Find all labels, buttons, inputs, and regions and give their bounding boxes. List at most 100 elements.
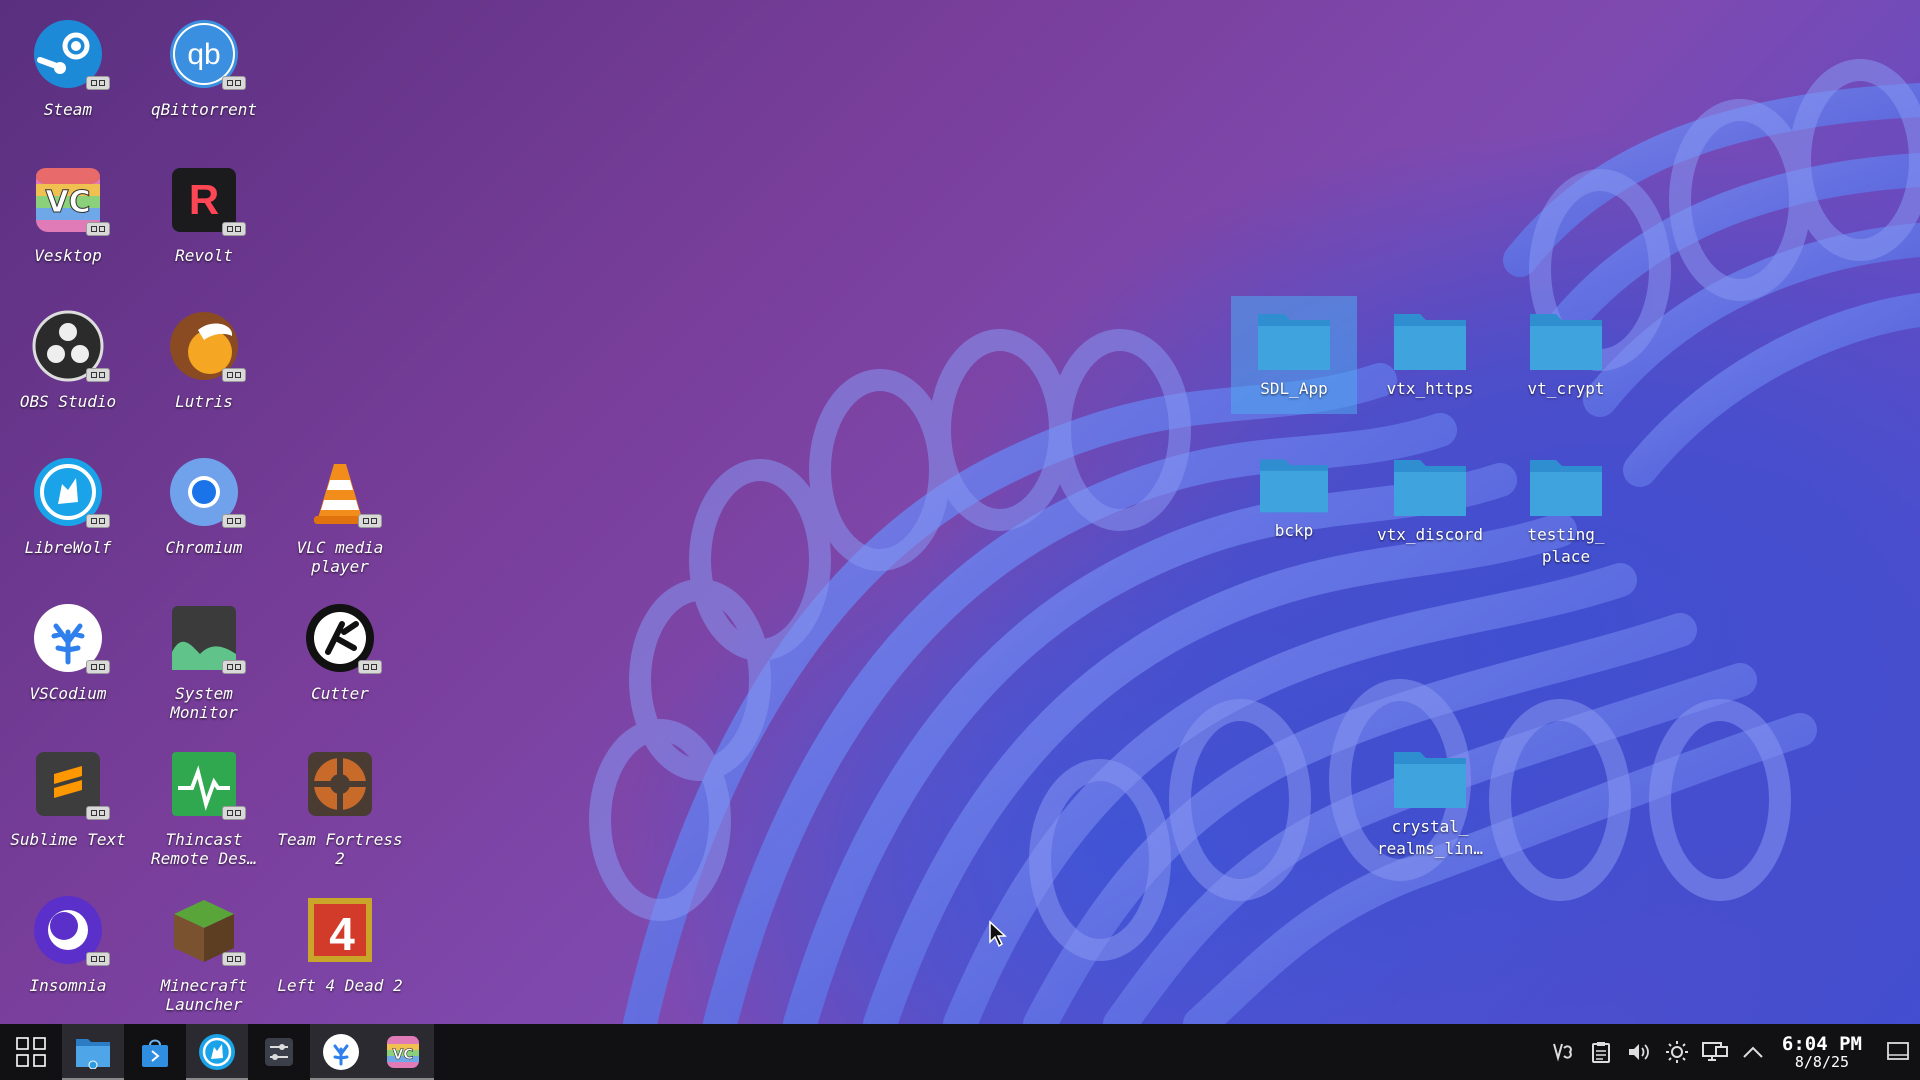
folder-crystal-realms[interactable]: crystal_ realms_lin… <box>1367 734 1493 860</box>
desktop-app-revolt[interactable]: R Revolt <box>139 160 269 265</box>
shortcut-badge-icon <box>222 514 246 528</box>
app-label: Insomnia <box>29 976 107 995</box>
app-label: Sublime Text <box>10 830 126 849</box>
folder-label: testing_ place <box>1527 525 1605 566</box>
shortcut-badge-icon <box>86 952 110 966</box>
lutris-icon <box>164 306 246 386</box>
folder-label: vtx_discord <box>1377 525 1483 544</box>
app-label: OBS Studio <box>19 392 117 411</box>
folder-icon <box>1394 752 1466 808</box>
thincast-icon <box>164 744 246 824</box>
app-label: Vesktop <box>34 246 102 265</box>
folder-sdl-app[interactable]: SDL_App <box>1231 296 1357 414</box>
folder-vtx-https[interactable]: vtx_https <box>1367 296 1493 400</box>
taskbar-software-store[interactable] <box>124 1024 186 1080</box>
taskbar-file-manager[interactable] <box>62 1024 124 1080</box>
app-label: Revolt <box>175 246 233 265</box>
vesktop-tray-icon[interactable] <box>1544 1024 1582 1080</box>
svg-text:VC: VC <box>45 185 90 220</box>
clock-time: 6:04 PM <box>1781 1032 1862 1055</box>
librewolf-icon <box>199 1034 235 1070</box>
app-label: LibreWolf <box>24 538 112 557</box>
taskbar-vscodium[interactable] <box>310 1024 372 1080</box>
sublime-text-icon <box>28 744 110 824</box>
svg-text:VC: VC <box>392 1047 413 1063</box>
qbittorrent-icon: qb <box>164 14 246 94</box>
shortcut-badge-icon <box>222 222 246 236</box>
shortcut-badge-icon <box>222 806 246 820</box>
folder-icon <box>1530 314 1602 370</box>
notifications-icon[interactable] <box>1876 1024 1920 1080</box>
desktop-app-team-fortress-2[interactable]: Team Fortress 2 <box>275 744 405 868</box>
folder-icon <box>1258 314 1330 370</box>
clock[interactable]: 6:04 PM 8/8/25 <box>1772 1034 1876 1071</box>
shortcut-badge-icon <box>222 76 246 90</box>
desktop-app-lutris[interactable]: Lutris <box>139 306 269 411</box>
folder-icon <box>1260 459 1328 513</box>
shortcut-badge-icon <box>86 806 110 820</box>
desktop-app-vscodium[interactable]: VSCodium <box>3 598 133 703</box>
folder-label: vtx_https <box>1386 379 1474 398</box>
clipboard-icon[interactable] <box>1582 1024 1620 1080</box>
shortcut-badge-icon <box>86 514 110 528</box>
desktop-app-insomnia[interactable]: Insomnia <box>3 890 133 995</box>
taskbar-settings[interactable] <box>248 1024 310 1080</box>
desktop-app-thincast[interactable]: Thincast Remote Des… <box>139 744 269 868</box>
app-label: System Monitor <box>170 684 238 722</box>
taskbar-vesktop[interactable]: VC <box>372 1024 434 1080</box>
folder-label: bckp <box>1274 521 1314 540</box>
app-label: Minecraft Launcher <box>160 976 248 1014</box>
vscodium-icon <box>28 598 110 678</box>
folder-testing-place[interactable]: testing_ place <box>1503 442 1629 568</box>
taskbar-librewolf[interactable] <box>186 1024 248 1080</box>
desktop-app-qbittorrent[interactable]: qb qBittorrent <box>139 14 269 119</box>
taskbar: VC 6:04 PM 8/8/25 <box>0 1024 1920 1080</box>
desktop-app-obs-studio[interactable]: OBS Studio <box>3 306 133 411</box>
vscodium-icon <box>323 1034 359 1070</box>
start-menu-button[interactable] <box>0 1024 62 1080</box>
app-label: Team Fortress 2 <box>277 830 403 868</box>
steam-icon <box>28 14 110 94</box>
shortcut-badge-icon <box>86 222 110 236</box>
mouse-cursor-icon <box>989 920 1007 948</box>
system-monitor-icon <box>164 598 246 678</box>
svg-text:4: 4 <box>329 908 355 960</box>
desktop-app-vesktop[interactable]: VC Vesktop <box>3 160 133 265</box>
folder-icon <box>1530 460 1602 516</box>
chevron-up-icon[interactable] <box>1734 1024 1772 1080</box>
desktop-app-vlc[interactable]: VLC media player <box>275 452 405 576</box>
app-label: VSCodium <box>29 684 107 703</box>
desktop-app-minecraft-launcher[interactable]: Minecraft Launcher <box>139 890 269 1014</box>
volume-icon[interactable] <box>1620 1024 1658 1080</box>
app-label: Steam <box>43 100 93 119</box>
shortcut-badge-icon <box>358 514 382 528</box>
app-label: Lutris <box>175 392 233 411</box>
revolt-icon: R <box>164 160 246 240</box>
brightness-icon[interactable] <box>1658 1024 1696 1080</box>
desktop-app-chromium[interactable]: Chromium <box>139 452 269 557</box>
insomnia-icon <box>28 890 110 970</box>
librewolf-icon <box>28 452 110 532</box>
shortcut-badge-icon <box>86 76 110 90</box>
folder-vt-crypt[interactable]: vt_crypt <box>1503 296 1629 400</box>
chromium-icon <box>164 452 246 532</box>
clock-date: 8/8/25 <box>1794 1052 1850 1071</box>
obs-studio-icon <box>28 306 110 386</box>
team-fortress-2-icon <box>300 744 380 824</box>
folder-bckp[interactable]: bckp <box>1231 442 1357 542</box>
svg-text:R: R <box>189 176 219 223</box>
desktop-app-steam[interactable]: Steam <box>3 14 133 119</box>
folder-label: vt_crypt <box>1527 379 1605 398</box>
file-manager-icon <box>76 1039 110 1069</box>
app-label: Thincast Remote Des… <box>151 830 257 868</box>
desktop-app-left-4-dead-2[interactable]: 4 Left 4 Dead 2 <box>275 890 405 995</box>
desktop-app-cutter[interactable]: Cutter <box>275 598 405 703</box>
folder-label: crystal_ realms_lin… <box>1377 817 1483 858</box>
folder-vtx-discord[interactable]: vtx_discord <box>1367 442 1493 546</box>
desktop-app-librewolf[interactable]: LibreWolf <box>3 452 133 557</box>
folder-icon <box>1394 314 1466 370</box>
desktop-app-system-monitor[interactable]: System Monitor <box>139 598 269 722</box>
app-label: VLC media player <box>296 538 384 576</box>
network-icon[interactable] <box>1696 1024 1734 1080</box>
desktop-app-sublime-text[interactable]: Sublime Text <box>3 744 133 849</box>
